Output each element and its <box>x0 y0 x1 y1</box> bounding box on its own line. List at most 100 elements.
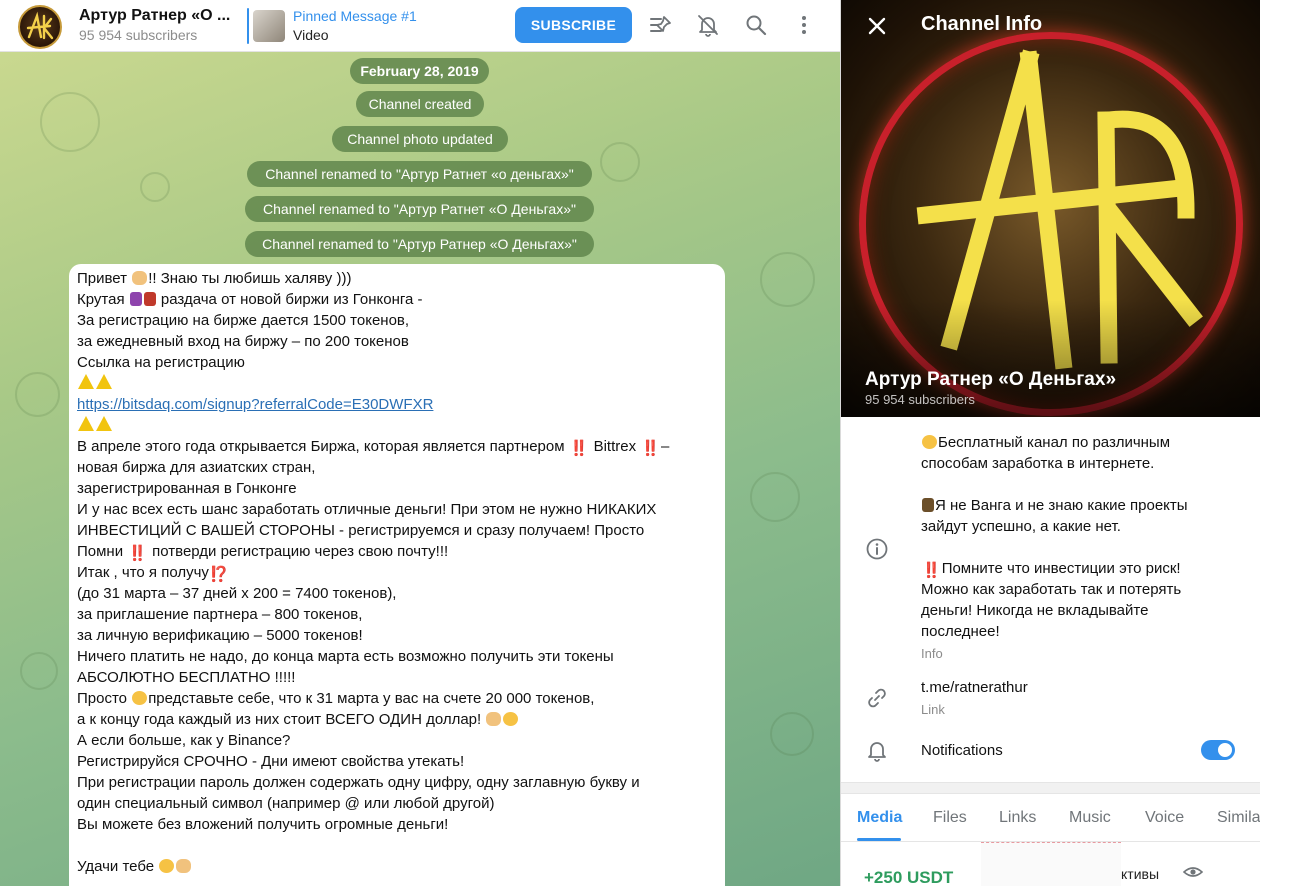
media-thumbnail[interactable] <box>981 842 1121 886</box>
bg-doodle <box>140 172 170 202</box>
pinned-message-text[interactable]: Video <box>293 27 329 43</box>
search-icon[interactable] <box>743 12 769 38</box>
double-exclamation-icon: ‼️ <box>569 440 589 457</box>
service-message-rename: Channel renamed to "Артур Ратнет «О День… <box>245 196 594 222</box>
message-line: Ничего платить не надо, до конца марта е… <box>77 648 614 665</box>
pinned-thumbnail[interactable] <box>253 10 285 42</box>
warning-emoji-icon <box>96 416 112 431</box>
toggle-knob <box>1216 741 1234 759</box>
section-divider <box>841 782 1260 794</box>
message-line: Крутая раздача от новой биржи из Гонконг… <box>77 291 423 308</box>
astonished-face-emoji-icon <box>132 691 148 705</box>
dancer-emoji-icon <box>143 292 156 306</box>
channel-title[interactable]: Артур Ратнер «О ... <box>79 7 230 25</box>
message-line: один специальный символ (например @ или … <box>77 795 495 812</box>
more-vertical-icon[interactable] <box>791 12 817 38</box>
channel-cover-photo[interactable]: Channel Info Артур Ратнер «О Деньгах» 95… <box>841 0 1260 417</box>
tab-media[interactable]: Media <box>857 809 902 827</box>
warning-emoji-icon <box>78 416 94 431</box>
pinned-indicator-bar <box>247 8 249 44</box>
message-line <box>77 373 717 394</box>
channel-name: Артур Ратнер «О Деньгах» <box>865 369 1117 390</box>
description-line: Я не Ванга и не знаю какие проекты <box>921 495 1188 516</box>
message-line: (до 31 марта – 37 дней х 200 = 7400 токе… <box>77 585 397 602</box>
channel-info-pane: Channel Info Артур Ратнер «О Деньгах» 95… <box>840 0 1260 886</box>
double-exclamation-icon: ‼️ <box>128 545 147 562</box>
bg-doodle <box>20 652 58 690</box>
service-message-rename: Channel renamed to "Артур Ратнет «о день… <box>247 161 592 187</box>
bg-doodle <box>40 92 100 152</box>
panel-title: Channel Info <box>921 13 1043 35</box>
message-line: https://bitsdaq.com/signup?referralCode=… <box>77 394 717 415</box>
description-line: Можно как заработать так и потерять <box>921 581 1182 598</box>
message-line: Итак , что я получу⁉️ <box>77 564 229 583</box>
bg-doodle <box>750 472 800 522</box>
message-line: В апреле этого года открывается Биржа, к… <box>77 438 670 457</box>
media-thumbnail-caption[interactable]: +250 USDT <box>864 868 953 886</box>
link-icon <box>868 688 886 708</box>
bg-doodle <box>770 712 814 756</box>
mute-bell-icon[interactable] <box>695 12 721 38</box>
relieved-face-emoji-icon <box>159 859 175 873</box>
message-line <box>77 835 717 856</box>
pinned-message-label[interactable]: Pinned Message #1 <box>293 8 417 24</box>
message-line: Просто представьте себе, что к 31 марта … <box>77 690 595 707</box>
tab-files[interactable]: Files <box>933 809 967 827</box>
close-icon[interactable] <box>865 14 889 38</box>
notifications-toggle[interactable] <box>1201 740 1235 760</box>
media-thumbnail-text: ктивы <box>1121 866 1160 882</box>
tab-voice[interactable]: Voice <box>1145 809 1184 827</box>
channel-subscribers: 95 954 subscribers <box>79 27 198 43</box>
registration-link[interactable]: https://bitsdaq.com/signup?referralCode=… <box>77 396 433 413</box>
service-message-photo: Channel photo updated <box>332 126 508 152</box>
tab-music[interactable]: Music <box>1069 809 1111 827</box>
info-circle-icon <box>866 538 888 560</box>
money-face-emoji-icon <box>922 435 937 449</box>
date-separator: February 28, 2019 <box>350 58 489 84</box>
message-line: за ежедневный вход на биржу – по 200 ток… <box>77 333 409 350</box>
bg-doodle <box>760 252 815 307</box>
description-line: ‼️Помните что инвестиции это риск! <box>922 560 1181 579</box>
interrobang-icon: ⁉️ <box>209 566 229 583</box>
message-line: ИНВЕСТИЦИЙ С ВАШЕЙ СТОРОНЫ - регистрируе… <box>77 522 645 539</box>
description-line: деньги! Никогда не вкладывайте <box>921 602 1149 619</box>
eye-icon <box>1183 867 1203 877</box>
message-line: И у нас всех есть шанс заработать отличн… <box>77 501 657 518</box>
message-line: Привет !! Знаю ты любишь халяву ))) <box>77 270 352 287</box>
message-bubble[interactable]: Привет !! Знаю ты любишь халяву ))) Крут… <box>69 264 725 886</box>
service-message-rename: Channel renamed to "Артур Ратнер «О День… <box>245 231 594 257</box>
handshake-emoji-icon <box>132 271 148 285</box>
message-line: А если больше, как у Binance? <box>77 732 291 749</box>
channel-logo-icon <box>26 11 54 40</box>
tab-similar[interactable]: Simila <box>1217 809 1260 827</box>
upside-down-face-emoji-icon <box>503 712 519 726</box>
description-line: Бесплатный канал по различным <box>921 432 1170 453</box>
description-line: способам заработка в интернете. <box>921 455 1155 472</box>
channel-link[interactable]: t.me/ratnerathur <box>921 677 1028 698</box>
message-line: При регистрации пароль должен содержать … <box>77 774 640 791</box>
description-caption: Info <box>921 646 943 661</box>
tab-links[interactable]: Links <box>999 809 1036 827</box>
chat-header[interactable]: Артур Ратнер «О ... 95 954 subscribers P… <box>0 0 840 52</box>
channel-avatar[interactable] <box>18 5 62 49</box>
notifications-label: Notifications <box>921 742 1003 759</box>
description-line: зайдут успешно, а какие нет. <box>921 518 1121 535</box>
message-line: Ссылка на регистрацию <box>77 354 245 371</box>
service-message-created: Channel created <box>356 91 484 117</box>
message-line: за приглашение партнера – 800 токенов, <box>77 606 363 623</box>
bg-doodle <box>15 372 60 417</box>
message-line: за личную верификацию – 5000 токенов! <box>77 627 363 644</box>
message-line: Помни ‼️ потверди регистрацию через свою… <box>77 543 449 562</box>
message-line: Вы можете без вложений получить огромные… <box>77 816 449 833</box>
subscribe-button[interactable]: SUBSCRIBE <box>515 7 632 43</box>
praying-hands-emoji-icon <box>176 859 192 873</box>
link-caption: Link <box>921 702 945 717</box>
pinned-list-icon[interactable] <box>647 12 673 38</box>
double-exclamation-icon: ‼️ <box>922 562 941 579</box>
warning-emoji-icon <box>78 374 94 389</box>
message-line: зарегистрированная в Гонконге <box>77 480 297 497</box>
channel-subscribers: 95 954 subscribers <box>865 392 975 407</box>
double-exclamation-icon: ‼️ <box>641 440 660 457</box>
warning-emoji-icon <box>96 374 112 389</box>
message-line: АБСОЛЮТНО БЕСПЛАТНО !!!!! <box>77 669 296 686</box>
